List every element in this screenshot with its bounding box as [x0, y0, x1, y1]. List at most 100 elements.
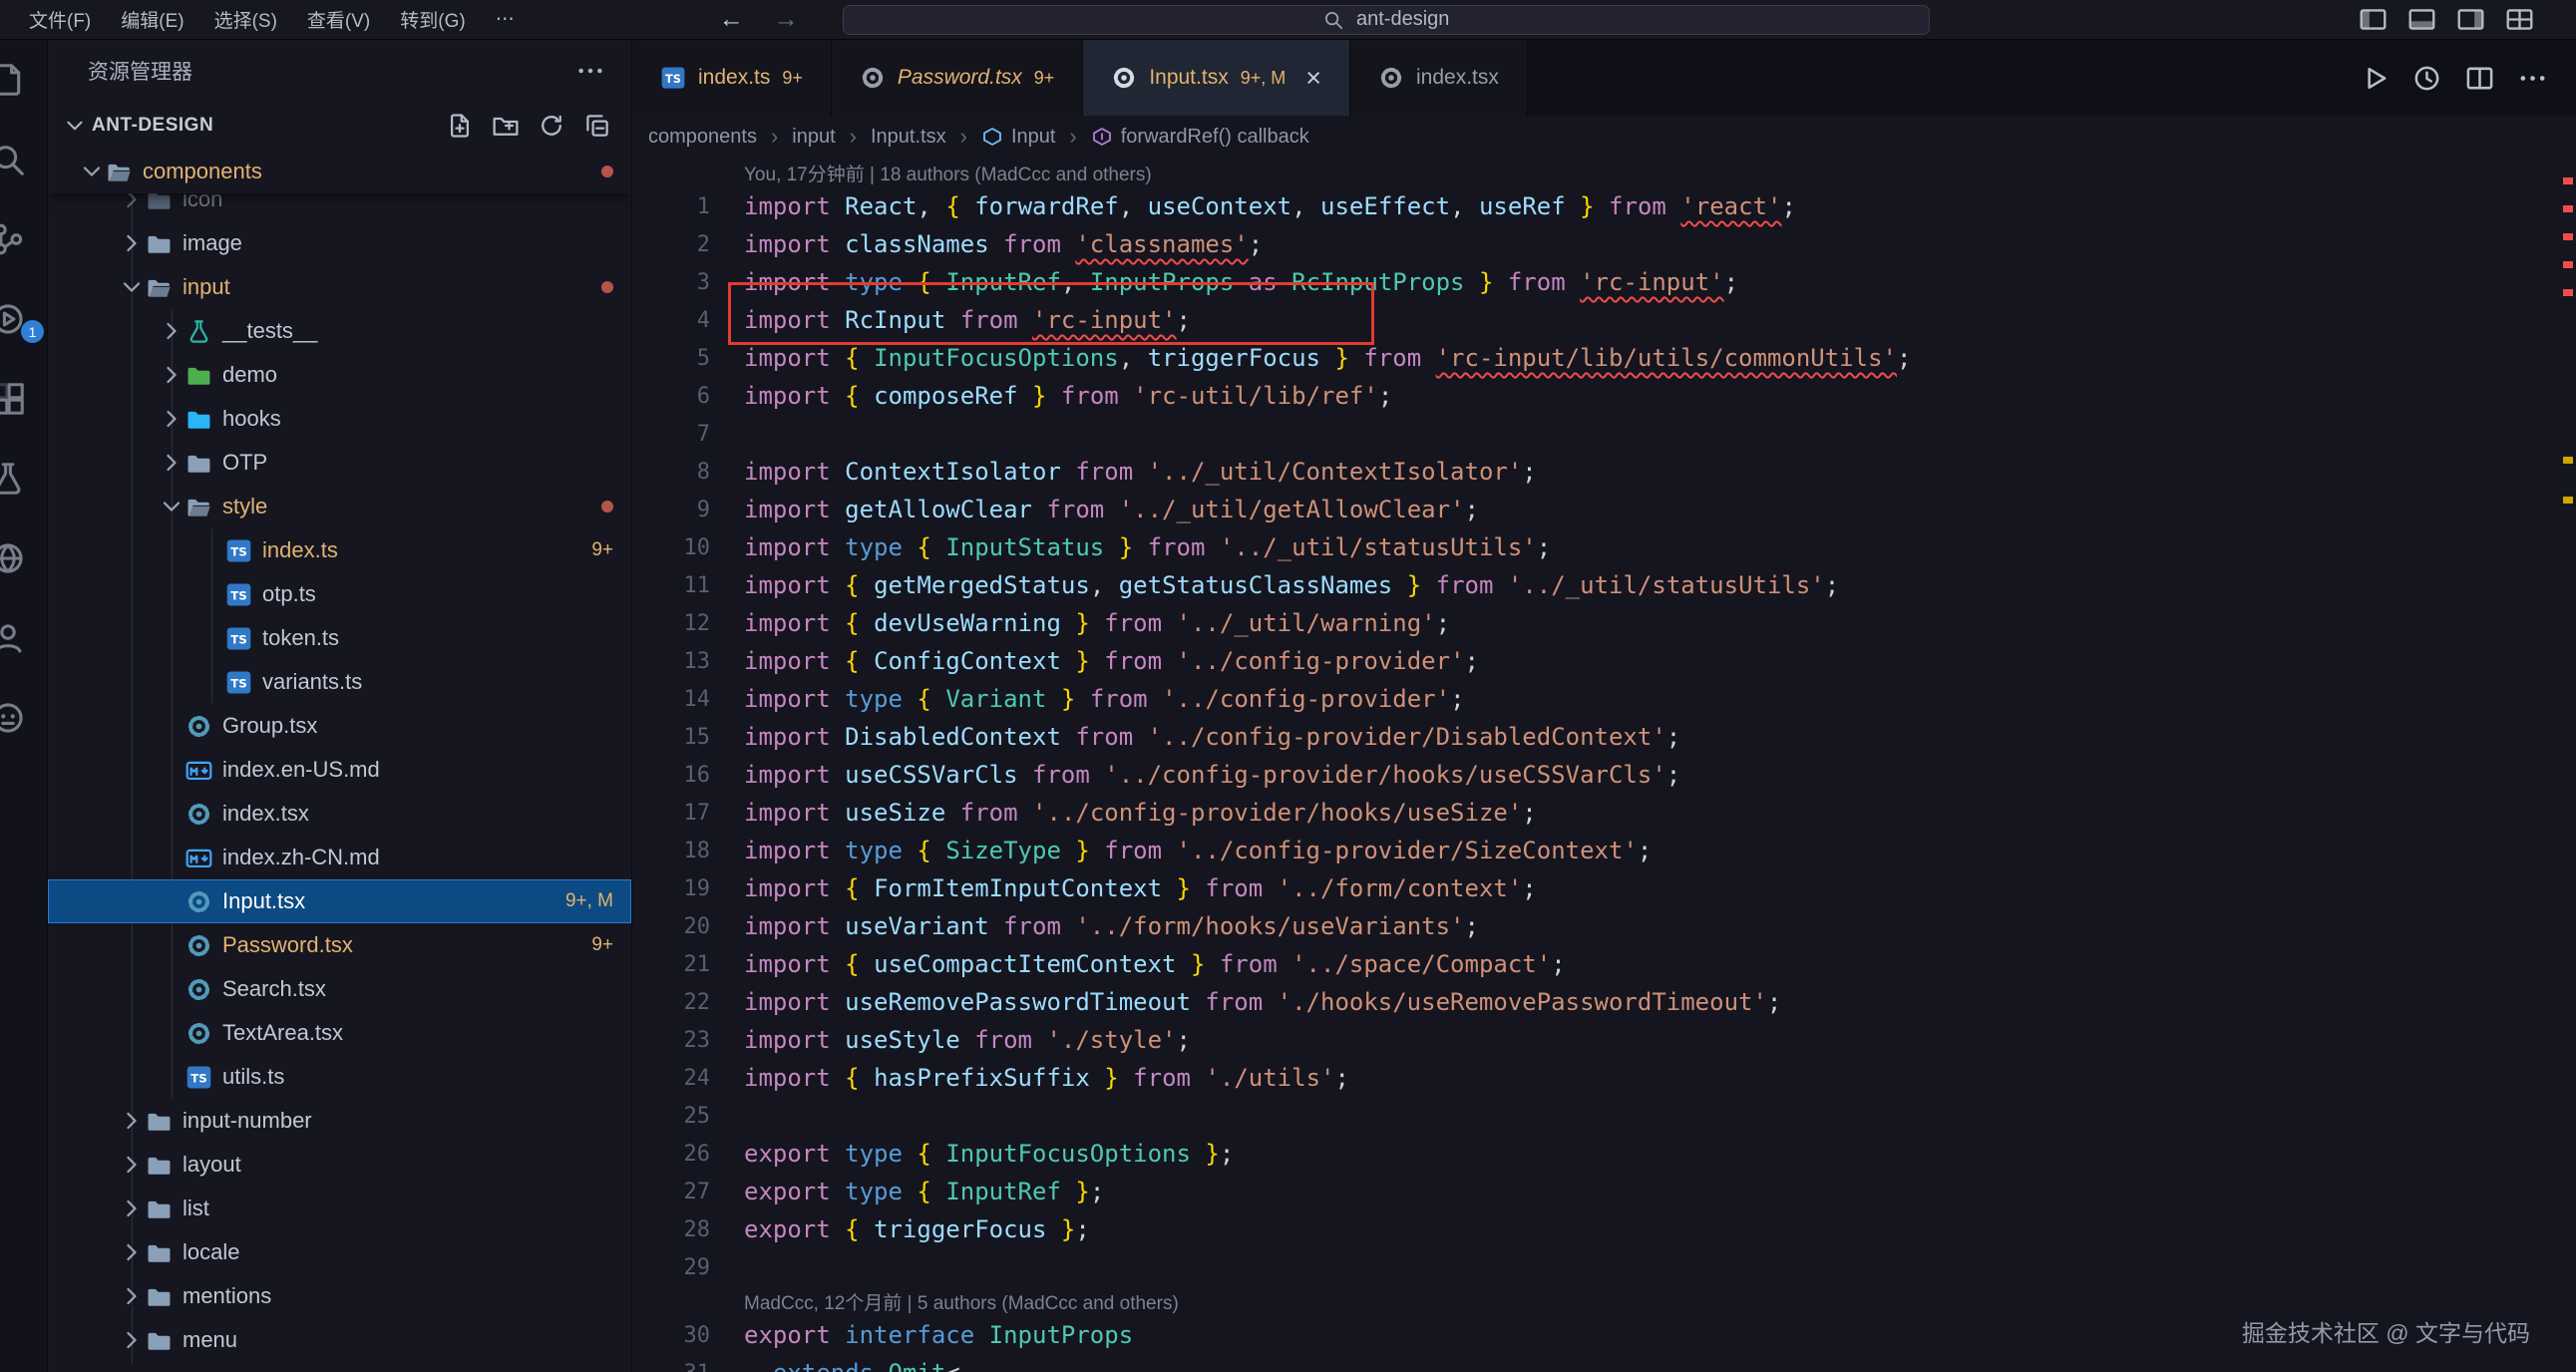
code-editor[interactable]: You, 17分钟前 | 18 authors (MadCcc and othe… [632, 158, 2576, 1372]
code-line-1[interactable]: 1import React, { forwardRef, useContext,… [632, 187, 2576, 225]
tab-index.tsx[interactable]: index.tsx [1350, 40, 1528, 116]
menu-编辑(E)[interactable]: 编辑(E) [106, 0, 198, 40]
code-line-24[interactable]: 24import { hasPrefixSuffix } from './uti… [632, 1059, 2576, 1097]
activity-explorer[interactable] [0, 40, 47, 120]
toggle-secondary-sidebar-icon[interactable] [2456, 5, 2485, 34]
breadcrumb-item-Input.tsx[interactable]: Input.tsx [871, 126, 946, 149]
code-line-19[interactable]: 19import { FormItemInputContext } from '… [632, 869, 2576, 907]
tab-Password.tsx[interactable]: Password.tsx9+ [832, 40, 1083, 116]
code-line-26[interactable]: 26export type { InputFocusOptions }; [632, 1135, 2576, 1173]
menu-文件(F)[interactable]: 文件(F) [14, 0, 106, 40]
code-line-9[interactable]: 9import getAllowClear from '../_util/get… [632, 491, 2576, 528]
activity-copilot[interactable] [0, 678, 47, 758]
activity-remote[interactable] [0, 518, 47, 598]
tree-item-menu[interactable]: menu [48, 1318, 631, 1362]
code-line-5[interactable]: 5import { InputFocusOptions, triggerFocu… [632, 339, 2576, 377]
tree-item-__tests__[interactable]: __tests__ [48, 309, 631, 353]
code-line-23[interactable]: 23import useStyle from './style'; [632, 1021, 2576, 1059]
more-actions-icon[interactable] [575, 56, 605, 86]
activity-testing[interactable] [0, 439, 47, 518]
code-line-29[interactable]: 29 [632, 1248, 2576, 1286]
code-line-11[interactable]: 11import { getMergedStatus, getStatusCla… [632, 566, 2576, 604]
tree-item-Password.tsx[interactable]: Password.tsx9+ [48, 923, 631, 967]
code-line-6[interactable]: 6import { composeRef } from 'rc-util/lib… [632, 377, 2576, 415]
tab-index.ts[interactable]: TSindex.ts9+ [632, 40, 832, 116]
project-section-header[interactable]: ANT-DESIGN [48, 102, 631, 150]
breadcrumb-item-Input[interactable]: Input [981, 126, 1055, 149]
menu-转到(G)[interactable]: 转到(G) [385, 0, 480, 40]
code-line-21[interactable]: 21import { useCompactItemContext } from … [632, 945, 2576, 983]
tree-item-Input.tsx[interactable]: Input.tsx9+, M [48, 879, 631, 923]
code-line-13[interactable]: 13import { ConfigContext } from '../conf… [632, 642, 2576, 680]
code-line-3[interactable]: 3import type { InputRef, InputProps as R… [632, 263, 2576, 301]
code-line-27[interactable]: 27export type { InputRef }; [632, 1173, 2576, 1210]
tree-item-input[interactable]: input [48, 265, 631, 309]
tree-item-index.en-US.md[interactable]: index.en-US.md [48, 748, 631, 792]
history-icon[interactable] [2411, 63, 2442, 94]
activity-search[interactable] [0, 120, 47, 199]
activity-source-control[interactable] [0, 199, 47, 279]
toggle-panel-icon[interactable] [2407, 5, 2436, 34]
menu-overflow[interactable]: ⋯ [481, 0, 530, 40]
code-line-12[interactable]: 12import { devUseWarning } from '../_uti… [632, 604, 2576, 642]
breadcrumb-item-input[interactable]: input [792, 126, 835, 149]
tree-item-layout[interactable]: layout [48, 1143, 631, 1187]
code-line-10[interactable]: 10import type { InputStatus } from '../_… [632, 528, 2576, 566]
tree-item-index.tsx[interactable]: index.tsx [48, 792, 631, 836]
back-button[interactable]: ← [719, 5, 744, 34]
tree-item-mentions[interactable]: mentions [48, 1274, 631, 1318]
new-file-icon[interactable] [446, 112, 474, 140]
code-line-14[interactable]: 14import type { Variant } from '../confi… [632, 680, 2576, 718]
tab-Input.tsx[interactable]: Input.tsx9+, M× [1083, 40, 1350, 116]
codelens[interactable]: MadCcc, 12个月前 | 5 authors (MadCcc and ot… [632, 1286, 2576, 1316]
menu-查看(V)[interactable]: 查看(V) [292, 0, 385, 40]
activity-debug[interactable]: 1 [0, 279, 47, 359]
tree-item-index.ts[interactable]: TSindex.ts9+ [48, 528, 631, 572]
code-line-8[interactable]: 8import ContextIsolator from '../_util/C… [632, 453, 2576, 491]
new-folder-icon[interactable] [492, 112, 520, 140]
tree-item-utils.ts[interactable]: TSutils.ts [48, 1055, 631, 1099]
tree-item-OTP[interactable]: OTP [48, 441, 631, 485]
menu-选择(S)[interactable]: 选择(S) [199, 0, 292, 40]
split-editor-icon[interactable] [2464, 63, 2495, 94]
code-line-16[interactable]: 16import useCSSVarCls from '../config-pr… [632, 756, 2576, 794]
tree-item-Search.tsx[interactable]: Search.tsx [48, 967, 631, 1011]
tree-item-token.ts[interactable]: TStoken.ts [48, 616, 631, 660]
collapse-all-icon[interactable] [583, 112, 611, 140]
code-line-20[interactable]: 20import useVariant from '../form/hooks/… [632, 907, 2576, 945]
tree-item-hooks[interactable]: hooks [48, 397, 631, 441]
tree-item-locale[interactable]: locale [48, 1230, 631, 1274]
tree-item-components[interactable]: components [48, 150, 631, 193]
tree-item-list[interactable]: list [48, 1187, 631, 1230]
refresh-icon[interactable] [538, 112, 565, 140]
tree-item-Group.tsx[interactable]: Group.tsx [48, 704, 631, 748]
close-icon[interactable]: × [1305, 65, 1321, 92]
code-line-25[interactable]: 25 [632, 1097, 2576, 1135]
more-icon[interactable] [2517, 63, 2548, 94]
activity-extensions[interactable] [0, 359, 47, 439]
code-line-28[interactable]: 28export { triggerFocus }; [632, 1210, 2576, 1248]
code-line-2[interactable]: 2import classNames from 'classnames'; [632, 225, 2576, 263]
forward-button[interactable]: → [774, 5, 799, 34]
code-line-15[interactable]: 15import DisabledContext from '../config… [632, 718, 2576, 756]
run-icon[interactable] [2359, 63, 2390, 94]
overview-ruler[interactable] [2560, 158, 2576, 1372]
tree-item-input-number[interactable]: input-number [48, 1099, 631, 1143]
tree-item-otp.ts[interactable]: TSotp.ts [48, 572, 631, 616]
code-line-7[interactable]: 7 [632, 415, 2576, 453]
tree-item-image[interactable]: image [48, 221, 631, 265]
code-line-4[interactable]: 4import RcInput from 'rc-input'; [632, 301, 2576, 339]
tree-item-TextArea.tsx[interactable]: TextArea.tsx [48, 1011, 631, 1055]
codelens[interactable]: You, 17分钟前 | 18 authors (MadCcc and othe… [632, 158, 2576, 187]
code-line-18[interactable]: 18import type { SizeType } from '../conf… [632, 832, 2576, 869]
tree-item-index.zh-CN.md[interactable]: index.zh-CN.md [48, 836, 631, 879]
toggle-sidebar-icon[interactable] [2359, 5, 2388, 34]
code-line-17[interactable]: 17import useSize from '../config-provide… [632, 794, 2576, 832]
breadcrumb-item-forwardRef() callback[interactable]: forwardRef() callback [1091, 126, 1309, 149]
tree-item-style[interactable]: style [48, 485, 631, 528]
code-line-31[interactable]: 31 extends Omit< [632, 1354, 2576, 1372]
tree-item-demo[interactable]: demo [48, 353, 631, 397]
breadcrumb-item-components[interactable]: components [648, 126, 757, 149]
customize-layout-icon[interactable] [2505, 5, 2534, 34]
code-line-22[interactable]: 22import useRemovePasswordTimeout from '… [632, 983, 2576, 1021]
